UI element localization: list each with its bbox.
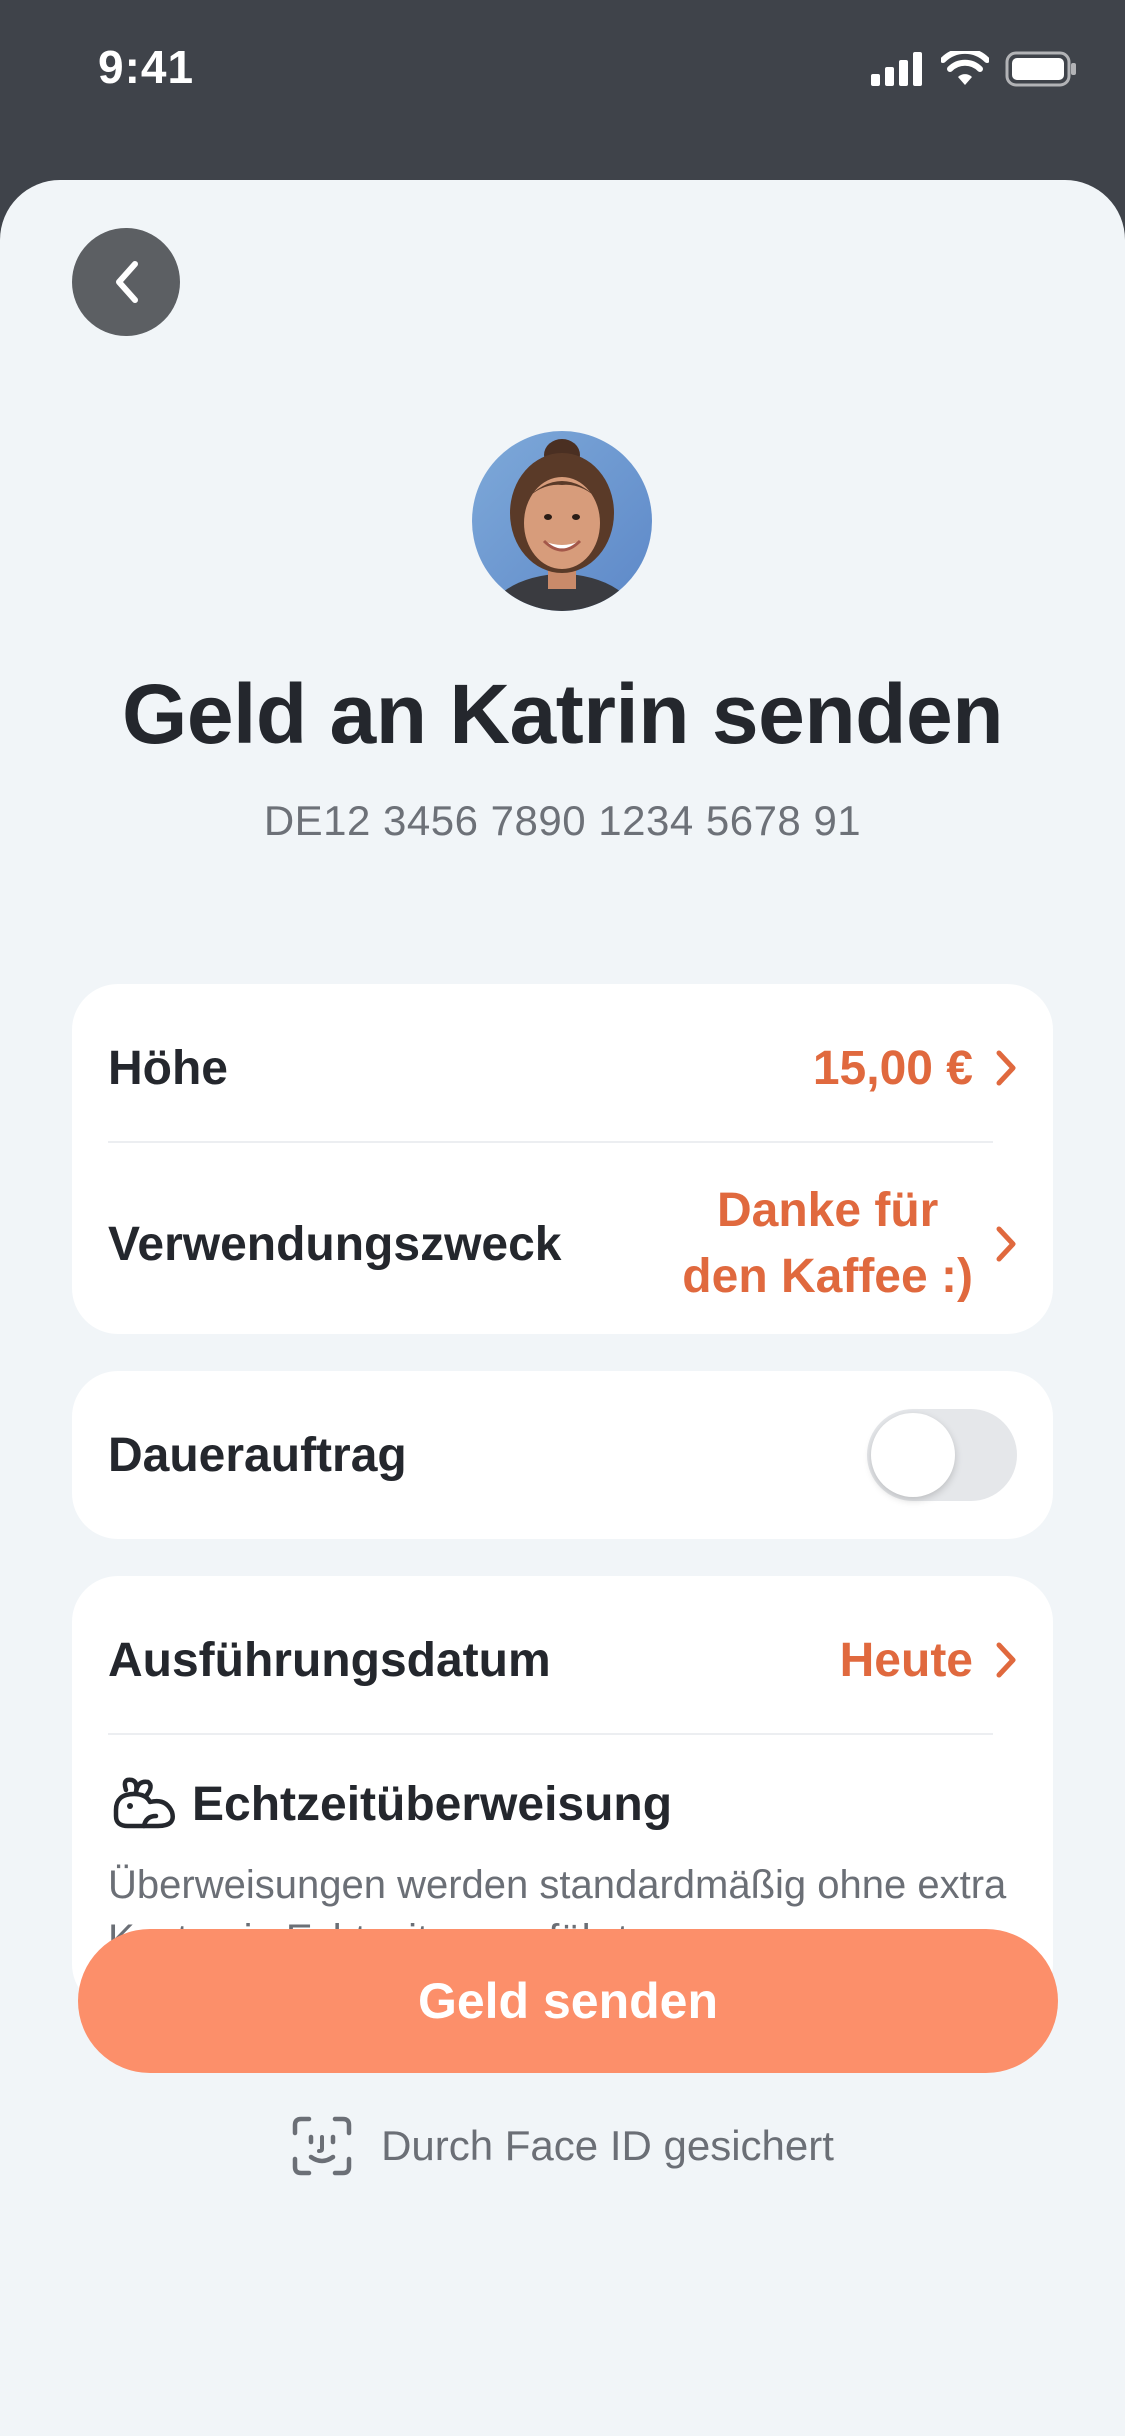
realtime-transfer-heading: Echtzeitüberweisung (108, 1776, 672, 1832)
battery-icon (1005, 51, 1076, 87)
execution-date-label: Ausführungsdatum (108, 1633, 551, 1687)
avatar-photo (472, 431, 652, 611)
send-money-button[interactable]: Geld senden (78, 1929, 1058, 2073)
chevron-right-icon (996, 1050, 1016, 1086)
transfer-details-card: Höhe 15,00 € Verwendungszweck Danke für … (72, 984, 1053, 1334)
face-id-icon (292, 2116, 352, 2176)
purpose-value: Danke für den Kaffee :) (682, 1178, 973, 1310)
face-id-notice: Durch Face ID gesichert (0, 2115, 1125, 2177)
back-button[interactable] (72, 228, 180, 336)
execution-date-value-group: Heute (840, 1633, 1017, 1688)
cellular-signal-icon (871, 52, 922, 86)
amount-value-group: 15,00 € (813, 1041, 1017, 1096)
realtime-transfer-title: Echtzeitüberweisung (192, 1777, 673, 1831)
divider (108, 1141, 993, 1143)
chevron-right-icon (996, 1226, 1016, 1262)
wifi-icon (941, 51, 989, 85)
purpose-value-line2: den Kaffee :) (682, 1250, 973, 1303)
purpose-value-line1: Danke für (716, 1184, 939, 1237)
recipient-iban: DE12 3456 7890 1234 5678 91 (263, 797, 862, 844)
standing-order-label: Dauerauftrag (108, 1428, 407, 1482)
transfer-sheet: Geld an Katrin senden DE12 3456 7890 123… (0, 180, 1125, 2436)
rabbit-icon (113, 1777, 175, 1829)
status-time: 9:41 (98, 41, 195, 93)
purpose-row[interactable]: Verwendungszweck Danke für den Kaffee :) (108, 1154, 1017, 1334)
status-icons (871, 46, 1077, 92)
standing-order-row: Dauerauftrag (108, 1371, 1017, 1539)
purpose-value-group: Danke für den Kaffee :) (682, 1178, 1017, 1310)
amount-value: 15,00 € (812, 1041, 973, 1095)
chevron-left-icon (116, 261, 138, 303)
execution-date-value: Heute (839, 1633, 973, 1687)
divider (108, 1733, 993, 1735)
chevron-right-icon (996, 1642, 1016, 1678)
amount-label: Höhe (108, 1041, 228, 1095)
page-title: Geld an Katrin senden (121, 667, 1004, 761)
avatar (472, 431, 652, 611)
standing-order-toggle[interactable] (867, 1409, 1017, 1501)
standing-order-card: Dauerauftrag (72, 1371, 1053, 1539)
purpose-label: Verwendungszweck (108, 1217, 562, 1271)
amount-row[interactable]: Höhe 15,00 € (108, 984, 1017, 1152)
face-id-text: Durch Face ID gesichert (381, 2122, 834, 2169)
toggle-knob (871, 1413, 955, 1497)
status-bar: 9:41 (0, 0, 1125, 180)
execution-date-row[interactable]: Ausführungsdatum Heute (108, 1576, 1017, 1744)
